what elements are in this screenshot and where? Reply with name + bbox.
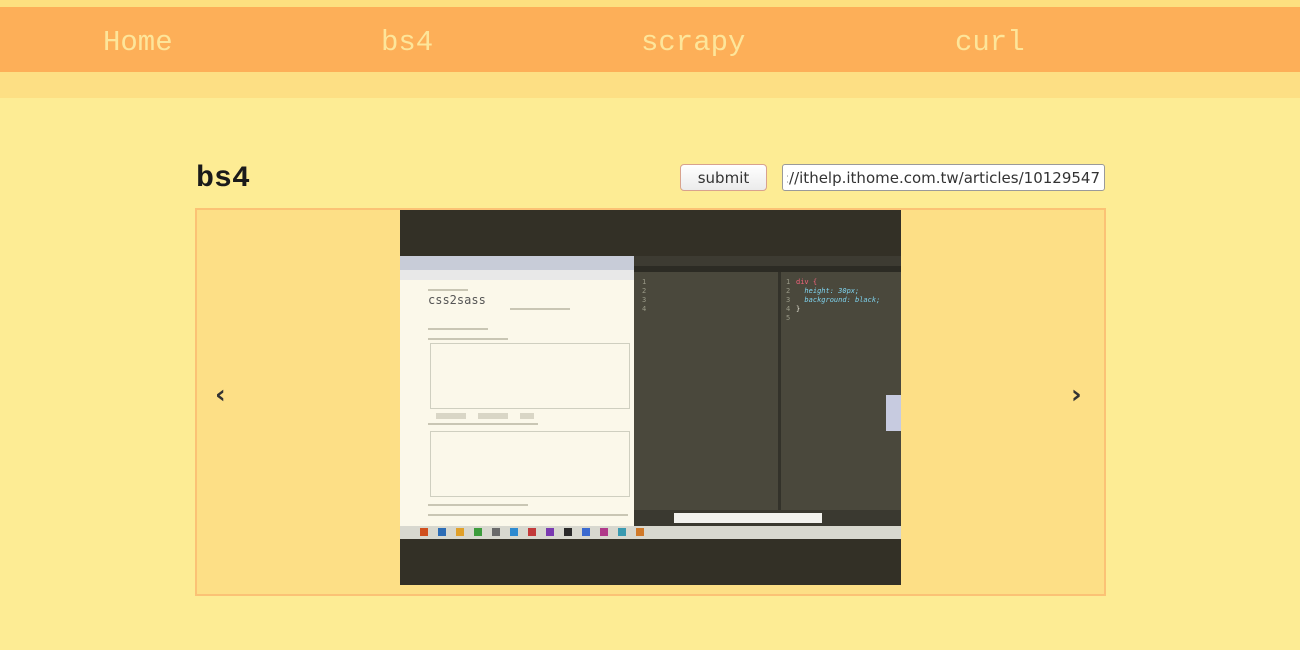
url-input[interactable] [782,164,1105,191]
top-accent-strip [0,0,1300,7]
carousel-slide-image: css2sass 1234 1 2 3 4 5 div {height: 30… [400,210,901,585]
image-carousel: ‹ › css2sass 1 2 3 4 1 2 3 4 5 div {hei… [195,208,1106,596]
slide-page-heading: css2sass [428,293,486,307]
browser-window-pane: css2sass [400,256,634,526]
nav-bs4-link[interactable]: bs4 [381,7,433,72]
carousel-prev-icon[interactable]: ‹ [215,380,226,410]
page-title: bs4 [196,162,251,196]
top-navbar: Home bs4 scrapy curl [0,7,1300,72]
code-snippet: div { height: 30px; background: black; } [796,278,881,313]
nav-curl-link[interactable]: curl [955,7,1025,72]
nav-scrapy-link[interactable]: scrapy [641,7,745,72]
nav-sub-strip [0,72,1300,98]
submit-button[interactable]: submit [680,164,767,191]
screenshot-thumbnail: css2sass 1234 1 2 3 4 5 div {height: 30… [400,256,901,539]
nav-home-link[interactable]: Home [103,7,173,72]
carousel-next-icon[interactable]: › [1071,380,1082,410]
code-editor-pane: 1234 1 2 3 4 5 div { height: 30px; backg… [634,256,901,526]
